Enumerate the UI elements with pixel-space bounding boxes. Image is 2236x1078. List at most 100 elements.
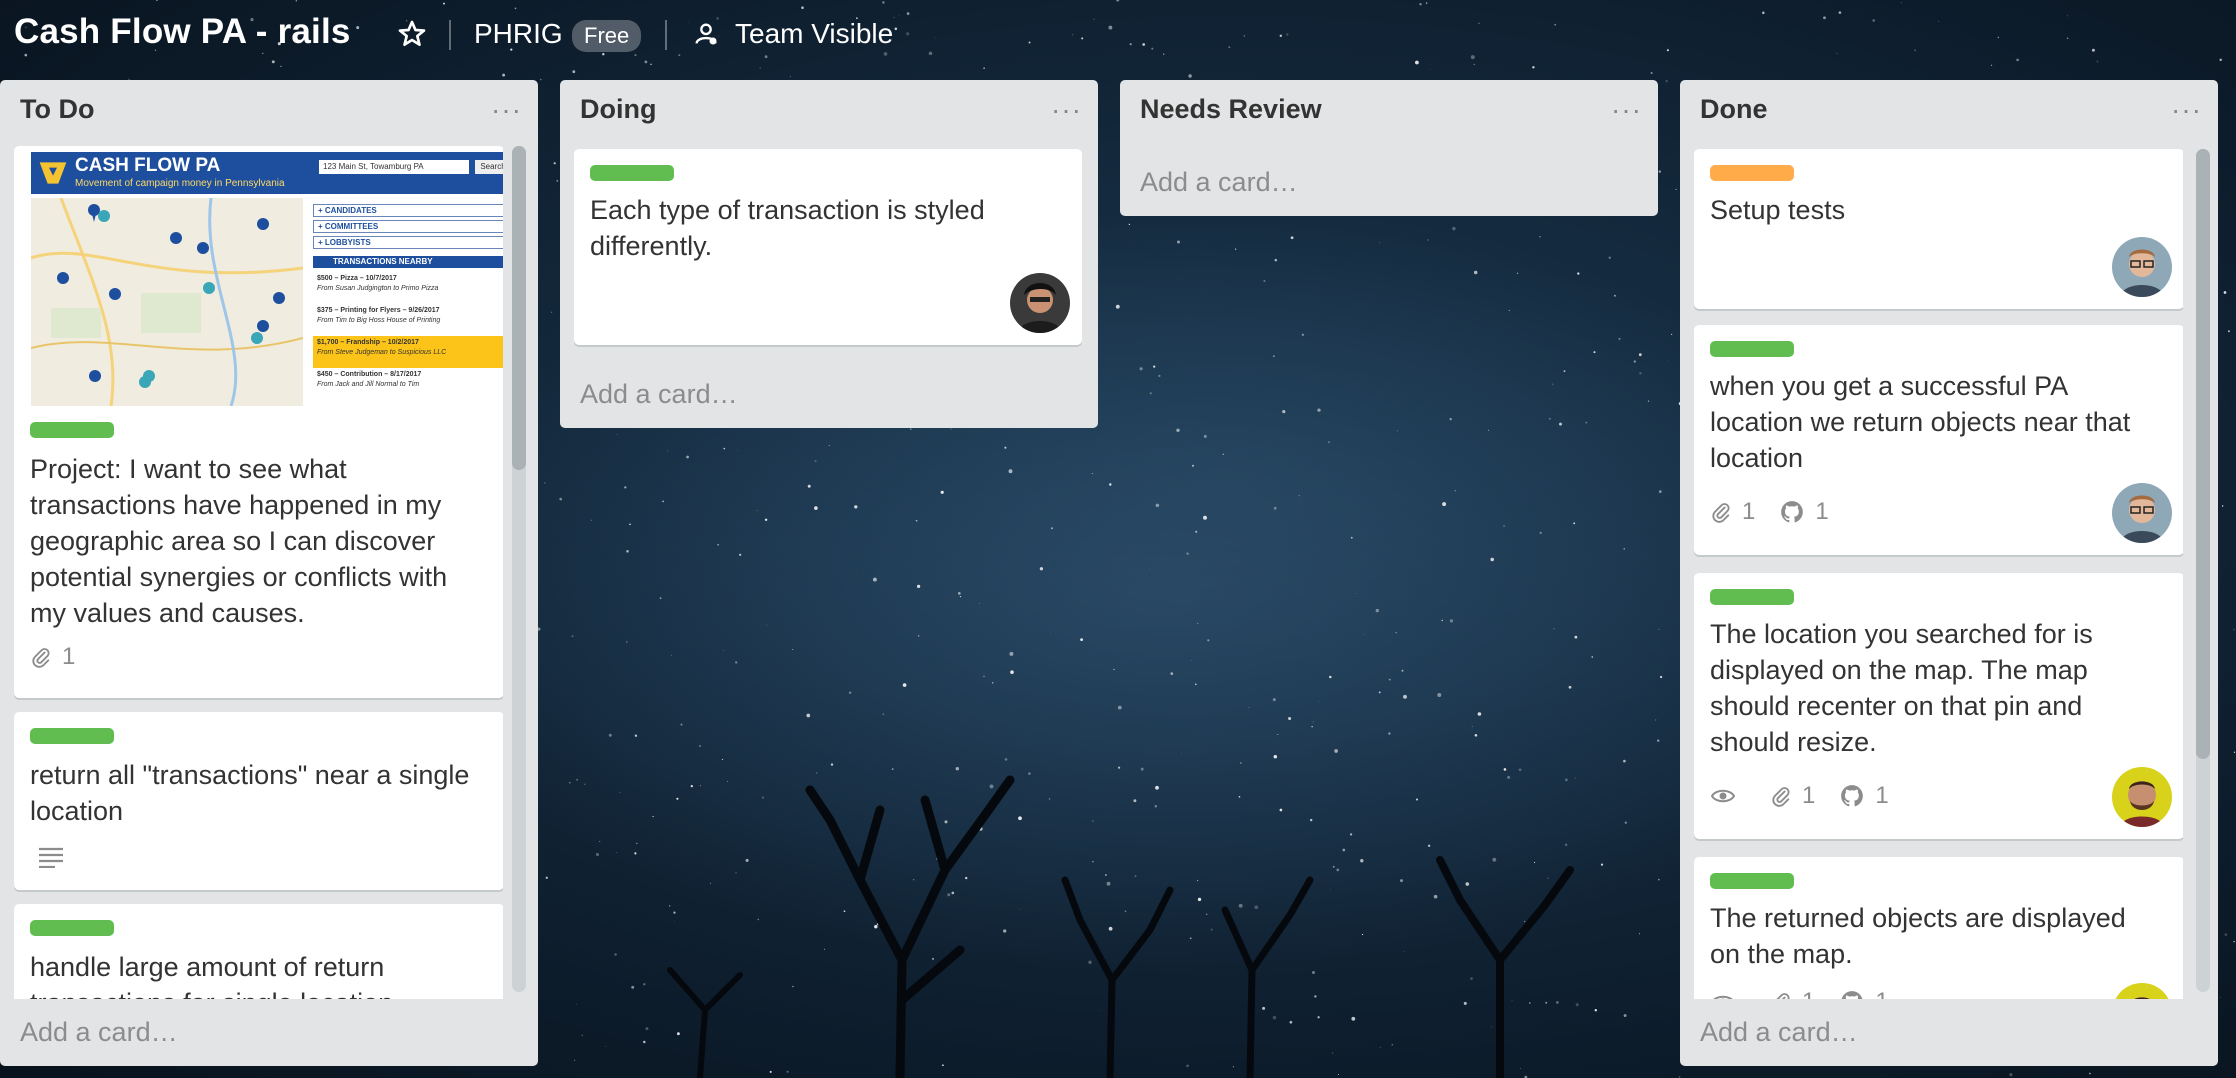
card-returned-objects[interactable]: The returned objects are displayed on th… xyxy=(1694,857,2183,999)
list-title[interactable]: Done xyxy=(1700,94,1768,125)
cover-transactions: $500 – Pizza – 10/7/2017 From Susan Judgi… xyxy=(313,272,503,400)
card-label-green xyxy=(590,165,674,181)
team-name[interactable]: PHRIG xyxy=(474,18,563,50)
github-badge: 1 xyxy=(1779,498,1829,526)
list-menu-button[interactable]: ··· xyxy=(2171,94,2202,126)
card-title: handle large amount of return transactio… xyxy=(30,952,393,999)
card-label-green xyxy=(30,728,114,744)
paperclip-icon xyxy=(1772,787,1790,807)
cover-transaction-title: $375 – Printing for Flyers – 9/26/2017 xyxy=(317,307,440,314)
card-setup-tests[interactable]: Setup tests xyxy=(1694,149,2183,309)
attachments-count: 1 xyxy=(62,643,76,670)
cover-section-committees: + COMMITTEES xyxy=(313,220,503,233)
github-icon xyxy=(1841,785,1864,807)
star-icon[interactable] xyxy=(396,18,428,50)
logo-icon xyxy=(39,162,67,184)
card-styled-differently[interactable]: Each type of transaction is styled diffe… xyxy=(574,149,1082,345)
card-title: The location you searched for is display… xyxy=(1710,619,2093,757)
board-title[interactable]: Cash Flow PA - rails xyxy=(14,12,351,52)
list-title[interactable]: Needs Review xyxy=(1140,94,1322,125)
scrollbar-thumb[interactable] xyxy=(512,146,526,470)
eye-icon xyxy=(1713,995,1733,999)
cover-search-button: Search xyxy=(475,160,503,174)
member-avatar[interactable] xyxy=(2112,483,2172,543)
description-lines-icon xyxy=(39,847,63,868)
list-menu-button[interactable]: ··· xyxy=(1611,94,1642,126)
board-header: Cash Flow PA - rails PHRIG Free Team Vis… xyxy=(0,0,2236,70)
card-project[interactable]: CASH FLOW PA Movement of campaign money … xyxy=(14,146,503,698)
watch-badge xyxy=(1710,991,1746,999)
attachments-badge: 1 xyxy=(1710,498,1755,526)
list-doing: Doing ··· Each type of transaction is st… xyxy=(560,80,1098,428)
card-label-green xyxy=(1710,341,1794,357)
member-avatar[interactable] xyxy=(2112,237,2172,297)
card-title: Setup tests xyxy=(1710,195,1846,225)
attachments-badge: 1 xyxy=(1770,988,1815,999)
attachments-badge: 1 xyxy=(30,643,75,671)
list-to-do: To Do ··· CASH FLOW PA Movement of campa… xyxy=(0,80,538,1066)
visibility-label[interactable]: Team Visible xyxy=(735,18,893,50)
header-divider xyxy=(449,20,451,50)
card-label-orange xyxy=(1710,165,1794,181)
list-needs-review: Needs Review ··· Add a card… xyxy=(1120,80,1658,216)
card-label-green xyxy=(1710,589,1794,605)
watch-badge xyxy=(1710,785,1746,807)
card-title: Project: I want to see what transactions… xyxy=(30,454,448,628)
github-badge: 1 xyxy=(1839,782,1889,810)
cards-container: Setup tests when you get a successful PA… xyxy=(1694,149,2183,999)
cover-section-lobbyists: + LOBBYISTS xyxy=(313,236,503,249)
card-large-amount[interactable]: handle large amount of return transactio… xyxy=(14,904,503,999)
cover-transaction-title: $450 – Contribution – 8/17/2017 xyxy=(317,371,422,378)
team-visible-icon[interactable] xyxy=(692,20,720,48)
cover-tagline: Movement of campaign money in Pennsylvan… xyxy=(75,178,285,189)
card-label-green xyxy=(30,422,114,438)
cover-transaction-detail: From Tim to Big Hoss House of Printing xyxy=(317,317,441,324)
add-card-button[interactable]: Add a card… xyxy=(1140,167,1298,198)
cover-transaction-item: $375 – Printing for Flyers – 9/26/2017 Fr… xyxy=(313,304,503,336)
card-location-displayed[interactable]: The location you searched for is display… xyxy=(1694,573,2183,839)
card-badges: 1 1 xyxy=(1710,987,1913,999)
cover-transaction-detail: From Susan Judgington to Primo Pizza xyxy=(317,285,439,292)
github-count: 1 xyxy=(1875,988,1888,999)
cover-transaction-title: $1,700 – Frandship – 10/2/2017 xyxy=(317,339,419,346)
card-title: return all "transactions" near a single … xyxy=(30,760,470,826)
add-card-button[interactable]: Add a card… xyxy=(20,1017,178,1048)
cards-container: CASH FLOW PA Movement of campaign money … xyxy=(14,146,503,999)
list-menu-button[interactable]: ··· xyxy=(491,94,522,126)
list-done: Done ··· Setup tests when you get a succ… xyxy=(1680,80,2218,1066)
add-card-button[interactable]: Add a card… xyxy=(1700,1017,1858,1048)
scrollbar-thumb[interactable] xyxy=(2196,149,2210,759)
member-avatar[interactable] xyxy=(2112,983,2172,999)
attachments-count: 1 xyxy=(1742,498,1756,525)
cover-transaction-item: $1,700 – Frandship – 10/2/2017 From Steve… xyxy=(313,336,503,368)
cover-transaction-title: $500 – Pizza – 10/7/2017 xyxy=(317,275,397,282)
member-avatar[interactable] xyxy=(2112,767,2172,827)
list-menu-button[interactable]: ··· xyxy=(1051,94,1082,126)
card-badges: 1 1 xyxy=(1710,781,1913,811)
attachments-count: 1 xyxy=(1802,782,1816,809)
github-count: 1 xyxy=(1875,782,1889,809)
cover-transaction-item: $500 – Pizza – 10/7/2017 From Susan Judgi… xyxy=(313,272,503,304)
cover-sidebar: + CANDIDATES + COMMITTEES + LOBBYISTS TRAN… xyxy=(313,204,503,404)
card-return-transactions[interactable]: return all "transactions" near a single … xyxy=(14,712,503,890)
list-title[interactable]: To Do xyxy=(20,94,94,125)
card-title: Each type of transaction is styled diffe… xyxy=(590,195,985,261)
card-badges: 1 xyxy=(30,642,99,672)
paperclip-icon xyxy=(1776,993,1790,999)
cover-brand: CASH FLOW PA xyxy=(75,155,221,176)
paperclip-icon xyxy=(32,648,50,668)
header-divider xyxy=(665,20,667,50)
cover-transaction-detail: From Steve Judgeman to Suspicious LLC xyxy=(317,349,447,356)
cover-section-candidates: + CANDIDATES xyxy=(313,204,503,217)
list-scrollbar[interactable] xyxy=(2196,149,2210,992)
member-avatar[interactable] xyxy=(1010,273,1070,333)
card-label-green xyxy=(1710,873,1794,889)
list-title[interactable]: Doing xyxy=(580,94,656,125)
list-scrollbar[interactable] xyxy=(512,146,526,992)
add-card-button[interactable]: Add a card… xyxy=(580,379,738,410)
cover-transaction-item: $450 – Contribution – 8/17/2017 From Jack… xyxy=(313,368,503,400)
cover-map xyxy=(31,198,303,406)
github-icon xyxy=(1842,991,1863,999)
card-successful-location[interactable]: when you get a successful PA location we… xyxy=(1694,325,2183,555)
attachments-badge: 1 xyxy=(1770,782,1815,810)
